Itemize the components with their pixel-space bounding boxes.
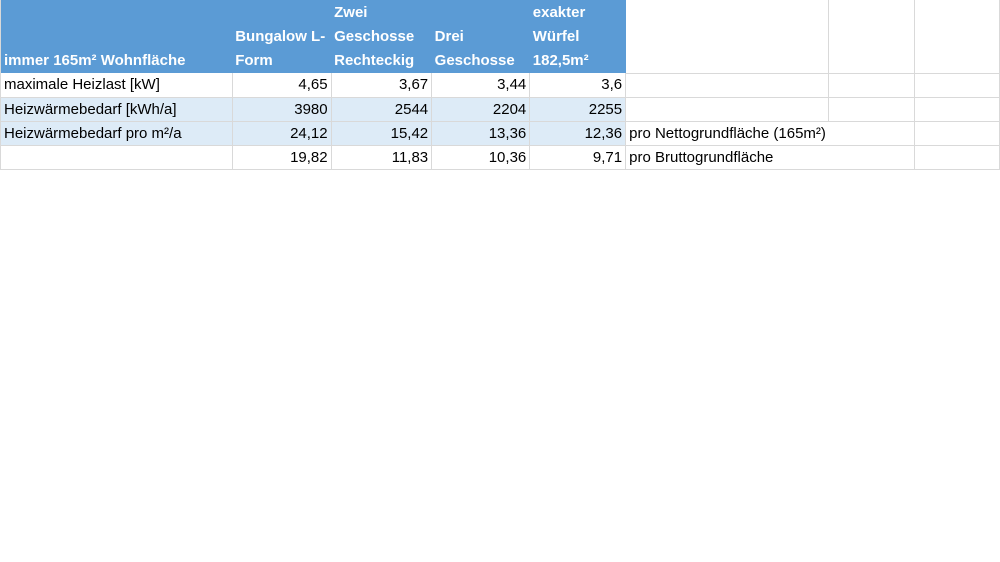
empty-cell[interactable] (625, 73, 830, 98)
empty-cell[interactable] (828, 73, 915, 98)
row-label-cell[interactable]: maximale Heizlast [kW] (0, 73, 233, 98)
value-cell[interactable]: 2544 (331, 97, 433, 122)
empty-cell[interactable] (914, 97, 1000, 122)
header-cell-bungalow[interactable]: Bungalow L-Form (232, 0, 332, 73)
empty-cell[interactable] (828, 145, 915, 170)
value-cell[interactable]: 19,82 (232, 145, 332, 170)
header-row: immer 165m² Wohnfläche Bungalow L-Form Z… (0, 0, 1000, 74)
table-row-gross-area: 19,82 11,83 10,36 9,71 pro Bruttogrundfl… (0, 145, 1000, 170)
heating-comparison-table: immer 165m² Wohnfläche Bungalow L-Form Z… (0, 0, 1000, 170)
value-cell[interactable]: 2204 (431, 97, 531, 122)
value-cell[interactable]: 3980 (232, 97, 332, 122)
empty-cell[interactable] (625, 97, 830, 122)
table-row-heat-demand-per-m2: Heizwärmebedarf pro m²/a 24,12 15,42 13,… (0, 121, 1000, 146)
empty-cell[interactable] (625, 0, 830, 74)
value-cell[interactable]: 4,65 (232, 73, 332, 98)
note-cell[interactable]: pro Bruttogrundfläche (625, 145, 829, 170)
value-cell[interactable]: 2255 (529, 97, 627, 122)
value-cell[interactable]: 3,6 (529, 73, 627, 98)
value-cell[interactable]: 24,12 (232, 121, 332, 146)
row-label-cell[interactable]: Heizwärmebedarf pro m²/a (0, 121, 233, 146)
empty-cell[interactable] (828, 97, 915, 122)
row-label-cell[interactable] (0, 145, 233, 170)
empty-cell[interactable] (828, 0, 915, 74)
empty-cell[interactable] (914, 73, 1000, 98)
value-cell[interactable]: 3,67 (331, 73, 433, 98)
empty-cell[interactable] (828, 121, 915, 146)
value-cell[interactable]: 12,36 (529, 121, 627, 146)
empty-cell[interactable] (914, 0, 1000, 74)
value-cell[interactable]: 10,36 (431, 145, 531, 170)
value-cell[interactable]: 13,36 (431, 121, 531, 146)
empty-cell[interactable] (914, 145, 1000, 170)
value-cell[interactable]: 15,42 (331, 121, 433, 146)
row-label-cell[interactable]: Heizwärmebedarf [kWh/a] (0, 97, 233, 122)
table-row-heat-demand: Heizwärmebedarf [kWh/a] 3980 2544 2204 2… (0, 97, 1000, 122)
header-cell-cube[interactable]: exakter Würfel 182,5m² (529, 0, 626, 73)
empty-cell[interactable] (914, 121, 1000, 146)
note-cell[interactable]: pro Nettogrundfläche (165m²) (625, 121, 829, 146)
header-cell-two-storey[interactable]: Zwei Geschosse Rechteckig (331, 0, 432, 73)
spreadsheet: immer 165m² Wohnfläche Bungalow L-Form Z… (0, 0, 1000, 170)
header-cell-three-storey[interactable]: Drei Geschosse (431, 0, 530, 73)
table-row-heating-load: maximale Heizlast [kW] 4,65 3,67 3,44 3,… (0, 73, 1000, 98)
value-cell[interactable]: 3,44 (431, 73, 531, 98)
header-cell-label[interactable]: immer 165m² Wohnfläche (0, 0, 233, 73)
value-cell[interactable]: 9,71 (529, 145, 627, 170)
value-cell[interactable]: 11,83 (331, 145, 433, 170)
